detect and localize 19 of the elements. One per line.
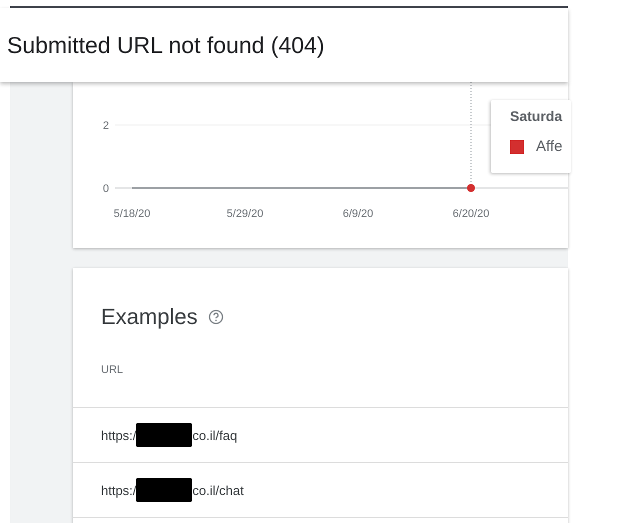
section-title: Examples [101, 304, 198, 330]
url-text[interactable]: https:/ [101, 428, 136, 442]
help-icon[interactable] [208, 309, 224, 325]
axis-label: 6/20/20 [452, 208, 490, 220]
redaction-mark [136, 423, 192, 447]
axis-label: 0 [102, 183, 109, 195]
page-title: Submitted URL not found (404) [7, 32, 324, 58]
url-text[interactable]: co.il/faq [192, 428, 238, 442]
url-text[interactable]: https:/ [101, 482, 136, 498]
legend-label: Affe [536, 138, 562, 155]
redaction-mark [136, 478, 192, 502]
column-header: URL [101, 364, 124, 376]
axis-label: 5/18/20 [114, 208, 150, 220]
tooltip-title: Saturda [510, 108, 562, 124]
axis-label: 5/29/20 [226, 208, 264, 220]
data-point [467, 184, 475, 192]
url-text[interactable]: co.il/chat [192, 482, 244, 498]
axis-label: 6/9/20 [342, 208, 374, 220]
axis-label: 2 [102, 120, 109, 132]
